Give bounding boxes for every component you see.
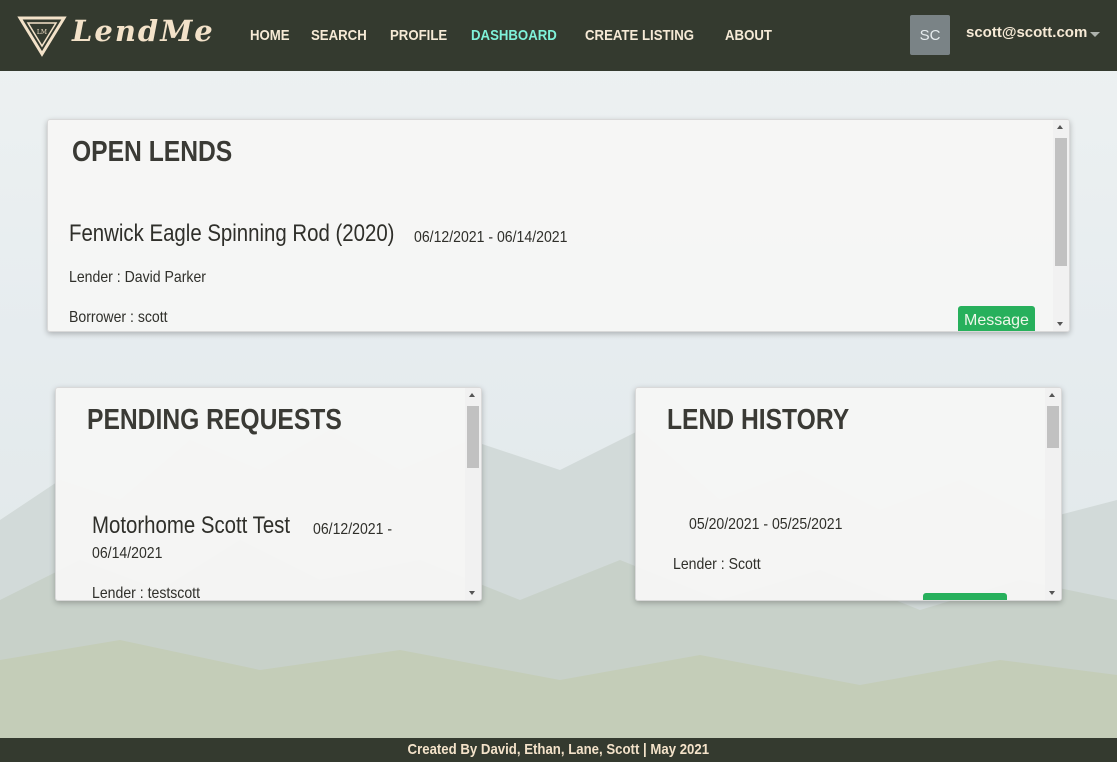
lend-item-dates: 06/12/2021 - 06/14/2021	[414, 229, 568, 246]
message-button[interactable]: Message	[958, 306, 1035, 331]
request-item-dates-start: 06/12/2021 -	[313, 521, 393, 538]
svg-text:LM: LM	[37, 29, 47, 36]
scroll-down-icon[interactable]	[469, 591, 475, 595]
lend-item-borrower: Borrower : scott	[69, 309, 168, 326]
open-lends-title: OPEN LENDS	[72, 136, 233, 168]
request-item-lender: Lender : testscott	[92, 585, 201, 601]
logo-icon[interactable]: LM	[16, 14, 68, 58]
open-lends-card: OPEN LENDS Fenwick Eagle Spinning Rod (2…	[47, 119, 1070, 332]
lend-item-lender: Lender : David Parker	[69, 269, 206, 286]
scroll-up-icon[interactable]	[469, 393, 475, 397]
scroll-thumb[interactable]	[1047, 406, 1059, 448]
user-avatar[interactable]: SC	[910, 15, 950, 55]
pending-requests-scrollbar[interactable]	[465, 388, 481, 600]
nav-links: HOME SEARCH PROFILE DASHBOARD CREATE LIS…	[250, 27, 794, 44]
open-lends-scrollbar[interactable]	[1053, 120, 1069, 331]
nav-dashboard[interactable]: DASHBOARD	[471, 27, 557, 44]
user-email[interactable]: scott@scott.com	[966, 24, 1087, 41]
scroll-down-icon[interactable]	[1049, 591, 1055, 595]
background-landscape	[0, 0, 1117, 762]
pending-requests-title: PENDING REQUESTS	[87, 404, 342, 436]
lend-item-title: Fenwick Eagle Spinning Rod (2020)	[69, 220, 395, 247]
brand-logo-text[interactable]: LendMe	[72, 14, 215, 48]
scroll-thumb[interactable]	[1055, 138, 1067, 266]
pending-requests-card: PENDING REQUESTS Motorhome Scott Test 06…	[55, 387, 482, 601]
nav-about[interactable]: ABOUT	[725, 27, 772, 44]
request-item-title: Motorhome Scott Test	[92, 512, 291, 539]
lend-history-title: LEND HISTORY	[667, 404, 850, 436]
history-action-button[interactable]	[923, 593, 1007, 600]
lend-history-card: LEND HISTORY 05/20/2021 - 05/25/2021 Len…	[635, 387, 1062, 601]
scroll-thumb[interactable]	[467, 406, 479, 468]
scroll-up-icon[interactable]	[1049, 393, 1055, 397]
chevron-down-icon[interactable]	[1090, 32, 1100, 37]
nav-profile[interactable]: PROFILE	[390, 27, 447, 44]
nav-home[interactable]: HOME	[250, 27, 290, 44]
scroll-down-icon[interactable]	[1057, 322, 1063, 326]
lend-history-scrollbar[interactable]	[1045, 388, 1061, 600]
nav-create-listing[interactable]: CREATE LISTING	[585, 27, 694, 44]
request-item-dates-end: 06/14/2021	[92, 545, 163, 562]
history-item-dates: 05/20/2021 - 05/25/2021	[689, 516, 843, 533]
history-item-lender: Lender : Scott	[673, 556, 761, 573]
nav-search[interactable]: SEARCH	[311, 27, 367, 44]
navbar: LM LendMe HOME SEARCH PROFILE DASHBOARD …	[0, 0, 1117, 71]
footer: Created By David, Ethan, Lane, Scott | M…	[0, 738, 1117, 762]
footer-credits: Created By David, Ethan, Lane, Scott | M…	[407, 741, 710, 758]
scroll-up-icon[interactable]	[1057, 125, 1063, 129]
